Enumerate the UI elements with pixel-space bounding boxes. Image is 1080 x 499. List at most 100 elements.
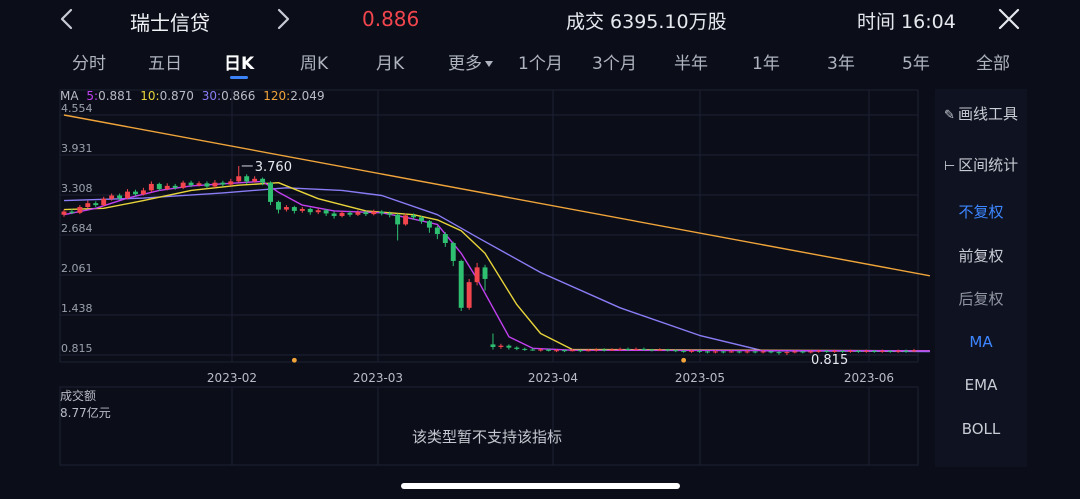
ma-indicator-button[interactable]: MA (935, 333, 1027, 351)
candle-body (347, 212, 353, 215)
candle-body (879, 350, 885, 352)
candle-body (419, 217, 424, 222)
candle-body (411, 215, 416, 218)
no-adjust-button[interactable]: 不复权 (935, 201, 1027, 222)
ma5-line (63, 180, 930, 352)
ma120-legend: 120:2.049 (263, 89, 324, 103)
candle-body (720, 351, 726, 353)
ma5-label: 5: (86, 89, 99, 103)
candle-body (474, 267, 480, 283)
candle-body (554, 350, 559, 352)
y-tick-label: 3.308 (61, 182, 93, 195)
candle-body (863, 350, 869, 352)
y-tick-label: 2.684 (61, 222, 93, 235)
y-tick-label: 2.061 (61, 262, 93, 275)
event-marker-dot (681, 357, 687, 363)
candle-body (395, 214, 401, 225)
candle-body (562, 350, 567, 352)
ma30-value: 0.866 (221, 89, 256, 103)
candle-body (855, 350, 861, 352)
candle-body (752, 351, 758, 353)
x-tick-label: 2023-02 (207, 371, 257, 385)
x-tick-label: 2023-04 (528, 371, 578, 385)
candle-body (434, 227, 440, 235)
candle-body (569, 350, 575, 352)
boll-indicator-button[interactable]: BOLL (935, 420, 1027, 438)
x-tick-label: 2023-06 (844, 371, 894, 385)
candle-body (180, 182, 186, 188)
event-marker-dot (291, 357, 297, 363)
candle-body (228, 181, 234, 185)
candle-body (172, 185, 178, 188)
candle-body (832, 350, 838, 352)
candle-body (450, 242, 456, 261)
candle-body (355, 212, 361, 215)
x-tick-label: 2023-05 (675, 371, 725, 385)
candle-body (538, 349, 544, 351)
candle-body (498, 345, 504, 347)
candle-body (339, 212, 345, 217)
candle-body (101, 198, 107, 206)
candle-body (649, 349, 655, 351)
candle-body (577, 350, 583, 352)
backward-adjust-button[interactable]: 后复权 (935, 288, 1027, 309)
candle-body (895, 350, 901, 352)
candle-body (93, 203, 99, 206)
candle-body (911, 350, 917, 352)
candle-body (514, 347, 520, 349)
candle-body (164, 185, 170, 190)
candle-body (673, 350, 679, 352)
candle-body (117, 195, 123, 199)
candle-body (712, 351, 718, 353)
candle-body (125, 191, 130, 199)
candle-body (665, 349, 671, 351)
low-price-annotation: 0.815 (811, 353, 848, 368)
candle-body (609, 349, 615, 351)
draw-tools-button[interactable]: ✎ 画线工具 (935, 103, 1027, 124)
candle-body (196, 183, 202, 186)
candle-body (140, 190, 146, 195)
candle-body (299, 208, 305, 211)
candle-body (482, 267, 488, 279)
candle-body (252, 178, 258, 182)
candle-body (403, 215, 409, 225)
candle-body (824, 350, 830, 352)
home-indicator[interactable] (401, 483, 680, 489)
y-tick-label: 1.438 (61, 302, 93, 315)
indicator-side-panel: ✎ 画线工具 ⊢ 区间统计 不复权 前复权 后复权 MA EMA BOLL (935, 89, 1027, 467)
candle-body (760, 351, 766, 353)
candle-body (458, 260, 464, 308)
turnover-title: 成交额 (60, 389, 97, 403)
candle-body (77, 207, 83, 213)
y-tick-label: 3.931 (61, 142, 93, 155)
candle-body (212, 182, 218, 187)
turnover-value: 8.77亿元 (60, 406, 111, 420)
y-tick-label: 4.554 (61, 102, 93, 115)
candle-body (236, 176, 242, 182)
candle-body (244, 176, 250, 182)
kline-chart[interactable]: 4.554 3.931 3.308 2.684 2.061 1.438 0.815 2023-… (0, 0, 1080, 499)
candle-body (307, 208, 313, 213)
candle-body (903, 350, 909, 352)
interval-stats-button[interactable]: ⊢ 区间统计 (935, 154, 1027, 175)
candle-body (784, 352, 790, 354)
forward-adjust-button[interactable]: 前复权 (935, 245, 1027, 266)
ma120-value: 2.049 (290, 89, 325, 103)
candle-body (387, 213, 393, 215)
ma-legend-prefix: MA (60, 89, 79, 103)
candle-body (506, 345, 512, 348)
candle-body (800, 351, 806, 353)
ema-indicator-button[interactable]: EMA (935, 376, 1027, 394)
candle-body (109, 195, 115, 199)
candle-body (466, 282, 472, 308)
candle-body (593, 349, 599, 351)
candle-body (633, 348, 639, 350)
candle-body (291, 207, 297, 211)
candle-body (522, 348, 528, 350)
candle-body (871, 350, 877, 352)
ma10-line (63, 181, 930, 352)
candle-body (426, 221, 432, 228)
indicator-unsupported-message: 该类型暂不支持该指标 (412, 428, 563, 446)
candle-body (681, 350, 687, 352)
candle-body (363, 212, 369, 215)
